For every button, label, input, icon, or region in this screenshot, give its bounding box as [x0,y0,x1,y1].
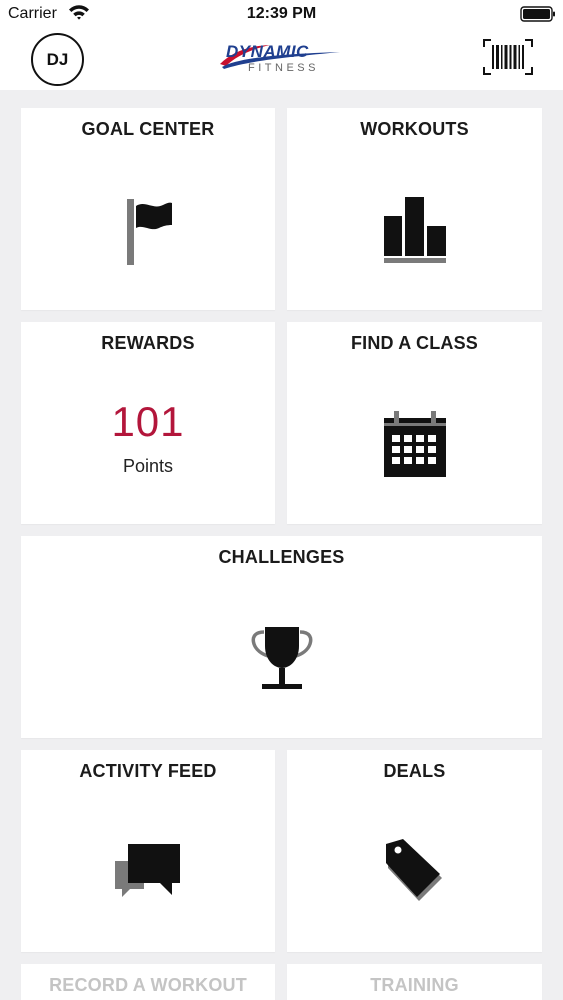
tile-deals[interactable]: DEALS [287,750,542,952]
status-bar: Carrier 12:39 PM [0,0,563,28]
tile-challenges[interactable]: CHALLENGES [21,536,542,738]
barcode-icon [483,39,533,75]
calendar-icon [383,410,447,483]
tile-goal-center-title: GOAL CENTER [81,119,215,139]
app-header: DJ DYNAMIC FITNESS [0,28,563,90]
battery-icon [520,6,556,27]
tag-icon [385,838,445,911]
tile-find-a-class[interactable]: FIND A CLASS [287,322,542,524]
dynamic-fitness-logo: DYNAMIC FITNESS [218,38,344,78]
tile-workouts[interactable]: WORKOUTS [287,108,542,310]
flag-icon [123,198,173,271]
tile-record-a-workout-title: RECORD A WORKOUT [49,975,247,995]
chat-bubbles-icon [114,843,182,908]
tile-rewards-title: REWARDS [101,333,195,353]
tile-challenges-title: CHALLENGES [218,547,345,567]
tile-activity-feed-title: ACTIVITY FEED [79,761,217,781]
tile-training[interactable]: TRAINING [287,964,542,1000]
trophy-icon [250,626,314,697]
dashboard-grid: GOAL CENTER WORKOUTS REWARDS 101 Points … [0,90,563,1000]
tile-find-a-class-title: FIND A CLASS [350,333,479,353]
tile-workouts-title: WORKOUTS [360,119,469,139]
tile-goal-center[interactable]: GOAL CENTER [21,108,275,310]
rewards-points-label: Points [122,456,174,476]
tile-deals-title: DEALS [383,761,446,781]
logo-main-text: DYNAMIC [226,42,309,61]
barcode-scan-button[interactable] [483,39,533,75]
bar-chart-icon [383,196,447,269]
tile-record-a-workout[interactable]: RECORD A WORKOUT [21,964,275,1000]
rewards-points-value: 101 [111,398,185,445]
logo-sub-text: FITNESS [248,62,319,74]
profile-avatar-button[interactable]: DJ [31,33,84,86]
status-time: 12:39 PM [246,5,317,22]
tile-training-title: TRAINING [370,975,459,995]
tile-rewards[interactable]: REWARDS 101 Points [21,322,275,524]
avatar-initials: DJ [46,49,69,69]
tile-activity-feed[interactable]: ACTIVITY FEED [21,750,275,952]
